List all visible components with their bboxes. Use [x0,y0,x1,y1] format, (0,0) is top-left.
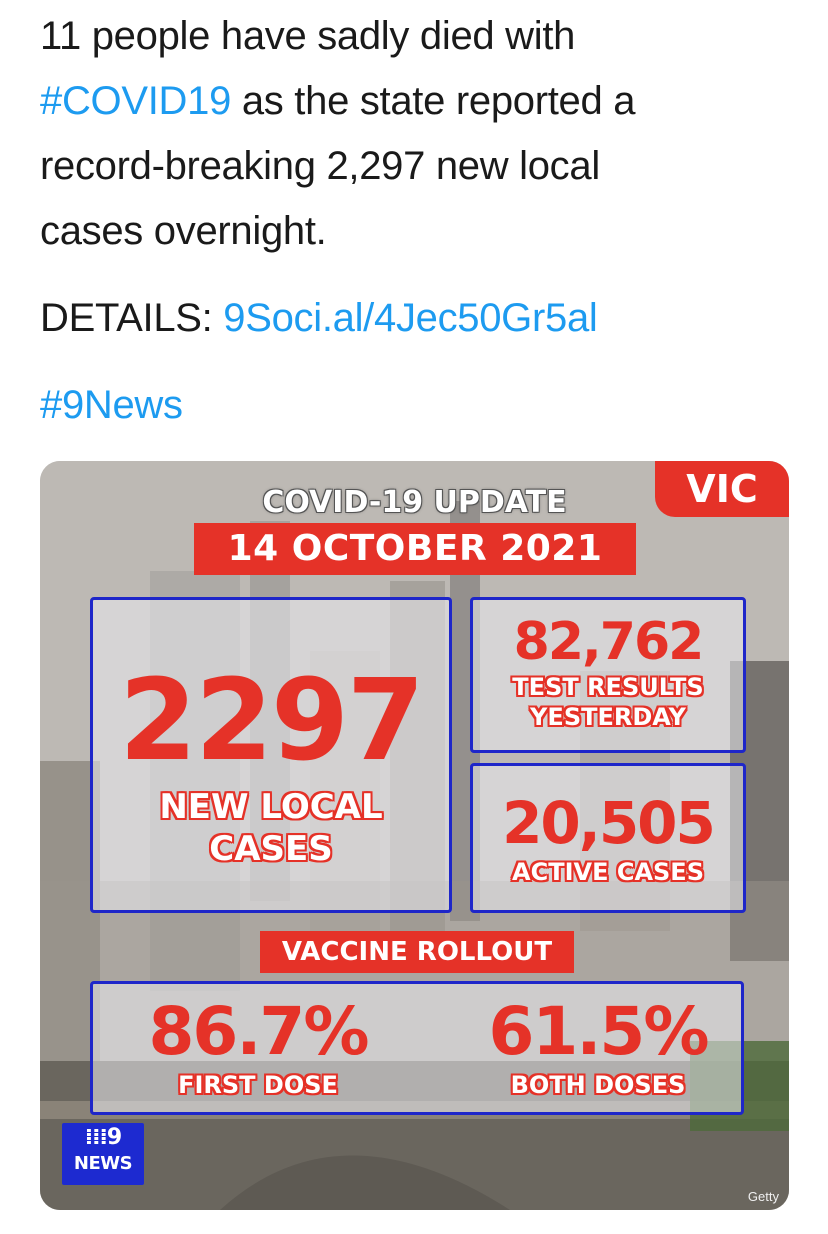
date-banner: 14 OCTOBER 2021 [194,523,636,575]
tweet-line-4: cases overnight. [40,209,327,253]
first-dose-value: 86.7% [148,993,370,1070]
tweet-line-1: 11 people have sadly died with [40,14,576,58]
nine-logo-digit: 9 [106,1125,122,1150]
hashtag-line: #9News [40,373,800,438]
first-dose-label: FIRST DOSE [178,1071,338,1099]
details-label: DETAILS: [40,296,224,340]
new-cases-panel: 2297 NEW LOCAL CASES [90,597,452,913]
test-results-label-2: YESTERDAY [530,703,686,731]
tweet-text: 11 people have sadly died with #COVID19 … [40,4,800,438]
nine-logo-dots-icon: ⁞⁞⁞ [84,1125,108,1150]
first-dose-block: 86.7% FIRST DOSE [113,994,403,1100]
test-results-label-1: TEST RESULTS [512,673,704,701]
both-doses-value: 61.5% [488,993,710,1070]
new-cases-label-2: CASES [209,829,333,869]
nine-logo-mark: ⁞⁞⁞9 [62,1123,144,1153]
tweet-line-2: #COVID19 as the state reported a [40,69,800,134]
both-doses-block: 61.5% BOTH DOSES [453,994,743,1100]
vaccine-panel: 86.7% FIRST DOSE 61.5% BOTH DOSES [90,981,744,1115]
active-cases-panel: 20,505 ACTIVE CASES [470,763,746,913]
region-badge: VIC [655,461,789,517]
both-doses-label: BOTH DOSES [510,1071,686,1099]
photo-credit: Getty [747,1189,779,1204]
new-cases-label-1: NEW LOCAL [159,787,383,827]
nine-logo-word: NEWS [73,1153,133,1174]
hashtag-9news-link[interactable]: #9News [40,383,183,427]
vaccine-rollout-banner: VACCINE ROLLOUT [260,931,574,973]
active-cases-label: ACTIVE CASES [512,858,704,886]
test-results-value: 82,762 [513,612,705,672]
active-cases-value: 20,505 [502,789,716,857]
tweet-line-3: record-breaking 2,297 new local [40,144,600,188]
hashtag-covid19-link[interactable]: #COVID19 [40,79,231,123]
nine-news-logo: ⁞⁞⁞9 NEWS [62,1123,144,1185]
test-results-panel: 82,762 TEST RESULTS YESTERDAY [470,597,746,753]
tweet-line-2-rest: as the state reported a [231,79,636,123]
new-cases-value: 2297 [119,656,425,786]
details-link[interactable]: 9Soci.al/4Jec50Gr5al [223,296,598,340]
details-line: DETAILS: 9Soci.al/4Jec50Gr5al [40,286,800,351]
covid-update-image[interactable]: COVID-19 UPDATE 14 OCTOBER 2021 VIC 2297… [40,461,789,1210]
